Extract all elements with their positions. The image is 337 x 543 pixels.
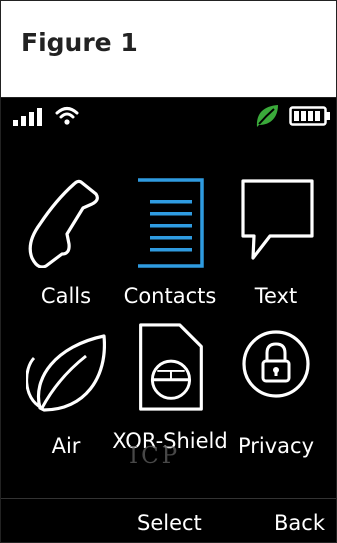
figure-caption: Figure 1 — [1, 1, 336, 98]
app-label-text: Text — [254, 284, 298, 308]
app-text[interactable]: Text — [222, 178, 330, 328]
status-bar — [1, 98, 336, 134]
back-softkey[interactable]: Back — [274, 511, 325, 535]
sim-card-icon — [139, 323, 203, 411]
phone-screen: Calls Contacts Text Air XOR-Shield Priva… — [1, 98, 336, 542]
signal-strength-icon — [13, 108, 42, 126]
contacts-list-icon — [138, 178, 204, 268]
app-calls[interactable]: Calls — [12, 178, 120, 328]
wifi-icon — [55, 107, 79, 125]
figure-title: Figure 1 — [21, 28, 138, 57]
figure-frame: Figure 1 Calls Contacts Text Air XOR-Shi… — [0, 0, 337, 543]
speech-bubble-icon — [241, 179, 314, 260]
leaf-icon — [26, 334, 106, 412]
lock-circle-icon — [242, 330, 310, 398]
battery-icon — [289, 106, 330, 126]
softkey-divider — [1, 498, 336, 499]
app-air[interactable]: Air — [12, 328, 120, 478]
phone-icon — [28, 179, 99, 268]
select-softkey[interactable]: Select — [137, 511, 202, 535]
eco-leaf-icon — [256, 105, 278, 127]
app-privacy[interactable]: Privacy — [222, 328, 330, 478]
app-label-privacy: Privacy — [237, 434, 315, 458]
watermark: ICP — [129, 443, 181, 469]
app-contacts[interactable]: Contacts — [116, 178, 224, 328]
